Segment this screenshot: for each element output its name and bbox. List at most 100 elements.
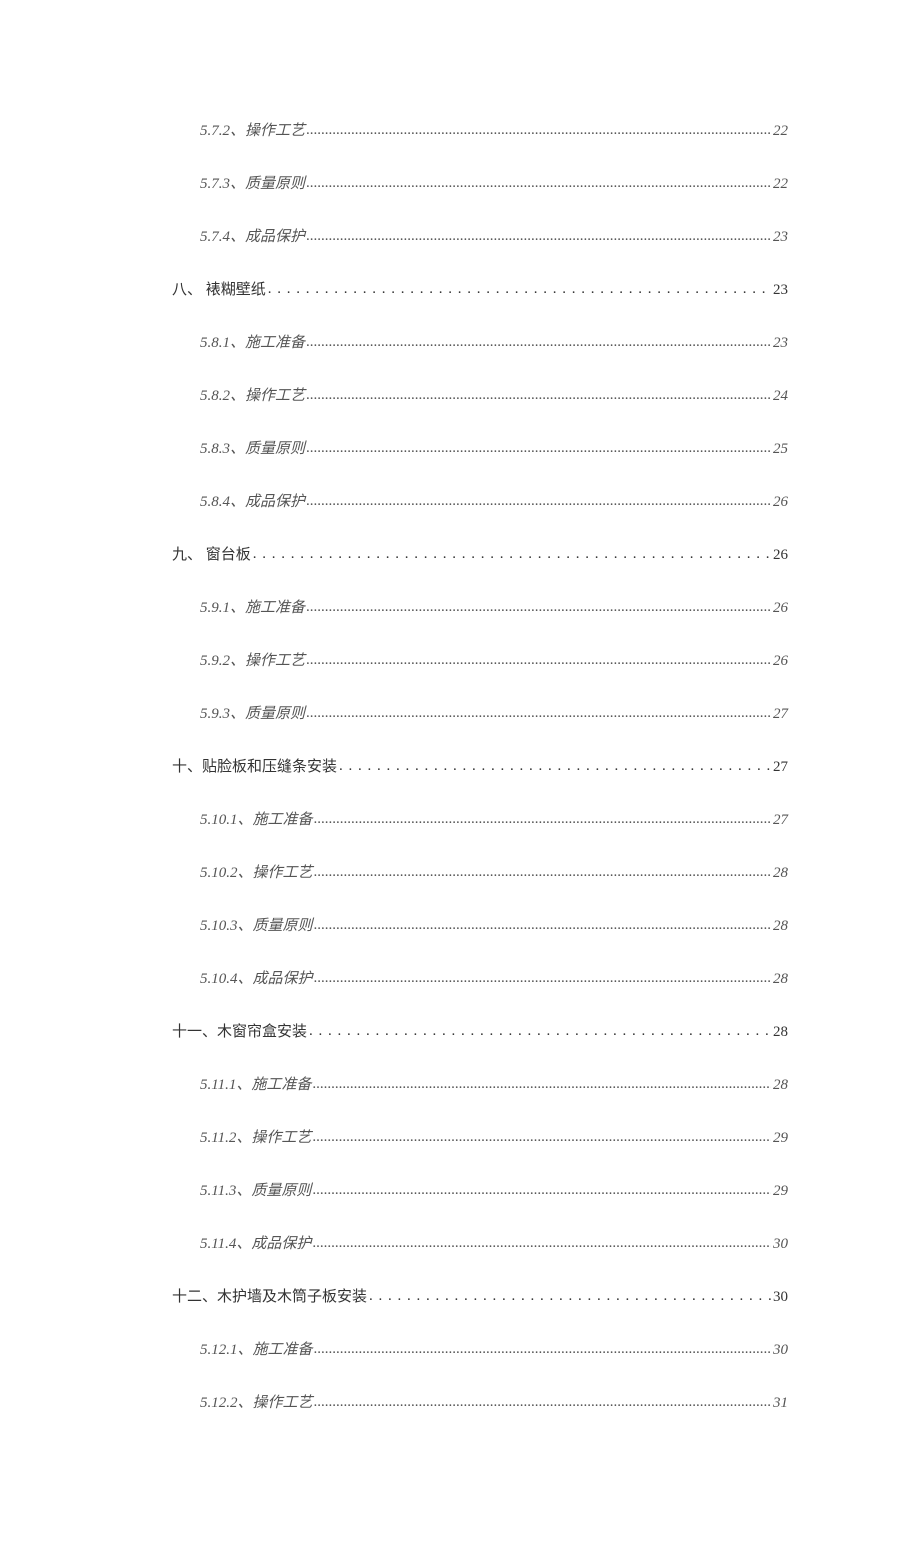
toc-leader (305, 385, 771, 400)
toc-page-number: 30 (771, 1340, 788, 1361)
toc-page-number: 27 (771, 704, 788, 725)
toc-label: 5.9.1、施工准备 (200, 598, 305, 619)
toc-label: 5.8.3、质量原则 (200, 439, 305, 460)
toc-label: 5.11.3、质量原则 (200, 1181, 311, 1202)
toc-entry: 5.12.2、操作工艺 31 (200, 1392, 788, 1414)
toc-label: 5.11.2、操作工艺 (200, 1128, 311, 1149)
toc-page-number: 29 (771, 1181, 788, 1202)
toc-label: 5.12.1、施工准备 (200, 1340, 313, 1361)
toc-page-number: 27 (771, 757, 788, 778)
toc-label: 十一、木窗帘盒安装 (172, 1022, 307, 1043)
toc-leader (313, 1392, 771, 1407)
toc-entry: 5.11.2、操作工艺 29 (200, 1127, 788, 1149)
toc-label: 5.10.4、成品保护 (200, 969, 313, 990)
toc-leader (313, 915, 771, 930)
toc-label: 十二、木护墙及木筒子板安装 (172, 1287, 367, 1308)
toc-entry: 5.11.1、施工准备 28 (200, 1074, 788, 1096)
toc-page-number: 30 (771, 1287, 788, 1308)
toc-entry: 5.10.1、施工准备 27 (200, 809, 788, 831)
toc-leader (305, 597, 771, 612)
toc-label: 十、贴脸板和压缝条安装 (172, 757, 337, 778)
toc-label: 5.8.1、施工准备 (200, 333, 305, 354)
toc-label: 5.11.4、成品保护 (200, 1234, 311, 1255)
toc-label: 5.8.2、操作工艺 (200, 386, 305, 407)
toc-label: 5.9.3、质量原则 (200, 704, 305, 725)
toc-label: 九、 窗台板 (172, 545, 251, 566)
toc-entry: 5.12.1、施工准备 30 (200, 1339, 788, 1361)
toc-leader (313, 862, 771, 877)
toc-page-number: 26 (771, 651, 788, 672)
toc-page-number: 23 (771, 333, 788, 354)
toc-page-number: 27 (771, 810, 788, 831)
toc-label: 5.11.1、施工准备 (200, 1075, 311, 1096)
toc-entry: 5.7.4、成品保护 23 (200, 226, 788, 248)
toc-entry: 5.9.3、质量原则 27 (200, 703, 788, 725)
toc-entry: 5.7.3、质量原则 22 (200, 173, 788, 195)
toc-leader (305, 438, 771, 453)
toc-entry: 5.8.2、操作工艺 24 (200, 385, 788, 407)
toc-label: 5.7.2、操作工艺 (200, 121, 305, 142)
toc-page-number: 22 (771, 121, 788, 142)
toc-leader (305, 703, 771, 718)
toc-leader (266, 279, 771, 294)
toc-leader (305, 120, 771, 135)
toc-page-number: 25 (771, 439, 788, 460)
toc-label: 5.10.1、施工准备 (200, 810, 313, 831)
toc-leader (337, 756, 771, 771)
toc-label: 5.8.4、成品保护 (200, 492, 305, 513)
table-of-contents: 5.7.2、操作工艺225.7.3、质量原则225.7.4、成品保护23八、 裱… (172, 120, 788, 1414)
toc-leader (305, 173, 771, 188)
toc-entry: 十二、木护墙及木筒子板安装 30 (172, 1286, 788, 1308)
toc-entry: 5.10.2、操作工艺 28 (200, 862, 788, 884)
toc-page-number: 22 (771, 174, 788, 195)
toc-leader (313, 968, 771, 983)
toc-entry: 5.10.4、成品保护28 (200, 968, 788, 990)
toc-entry: 5.8.1、施工准备 23 (200, 332, 788, 354)
toc-entry: 5.7.2、操作工艺 22 (200, 120, 788, 142)
toc-entry: 十、贴脸板和压缝条安装 27 (172, 756, 788, 778)
toc-label: 5.12.2、操作工艺 (200, 1393, 313, 1414)
toc-leader (305, 332, 771, 347)
toc-label: 5.10.3、质量原则 (200, 916, 313, 937)
toc-entry: 5.8.3、质量原则 25 (200, 438, 788, 460)
toc-label: 5.9.2、操作工艺 (200, 651, 305, 672)
page-content: 5.7.2、操作工艺225.7.3、质量原则225.7.4、成品保护23八、 裱… (0, 0, 920, 1545)
toc-leader (311, 1233, 771, 1248)
toc-leader (307, 1021, 771, 1036)
toc-page-number: 23 (771, 227, 788, 248)
toc-leader (305, 226, 771, 241)
toc-label: 5.7.3、质量原则 (200, 174, 305, 195)
toc-leader (311, 1074, 771, 1089)
toc-entry: 九、 窗台板 26 (172, 544, 788, 566)
toc-page-number: 31 (771, 1393, 788, 1414)
toc-leader (313, 1339, 771, 1354)
toc-page-number: 30 (771, 1234, 788, 1255)
toc-leader (367, 1286, 771, 1301)
toc-page-number: 28 (771, 1075, 788, 1096)
toc-entry: 八、 裱糊壁纸 23 (172, 279, 788, 301)
toc-leader (251, 544, 771, 559)
toc-leader (305, 491, 771, 506)
toc-page-number: 26 (771, 492, 788, 513)
toc-page-number: 26 (771, 545, 788, 566)
toc-leader (313, 809, 771, 824)
toc-label: 5.10.2、操作工艺 (200, 863, 313, 884)
toc-page-number: 24 (771, 386, 788, 407)
toc-entry: 5.9.1、施工准备 26 (200, 597, 788, 619)
toc-entry: 5.11.4、成品保护 30 (200, 1233, 788, 1255)
toc-page-number: 28 (771, 863, 788, 884)
toc-entry: 5.8.4、成品保护 26 (200, 491, 788, 513)
toc-label: 八、 裱糊壁纸 (172, 280, 266, 301)
toc-entry: 5.11.3、质量原则 29 (200, 1180, 788, 1202)
toc-leader (311, 1127, 771, 1142)
toc-page-number: 23 (771, 280, 788, 301)
toc-leader (305, 650, 771, 665)
toc-entry: 5.10.3、质量原则 28 (200, 915, 788, 937)
toc-page-number: 28 (771, 916, 788, 937)
toc-entry: 5.9.2、操作工艺 26 (200, 650, 788, 672)
toc-page-number: 26 (771, 598, 788, 619)
toc-label: 5.7.4、成品保护 (200, 227, 305, 248)
toc-page-number: 29 (771, 1128, 788, 1149)
toc-page-number: 28 (771, 1022, 788, 1043)
toc-leader (311, 1180, 771, 1195)
